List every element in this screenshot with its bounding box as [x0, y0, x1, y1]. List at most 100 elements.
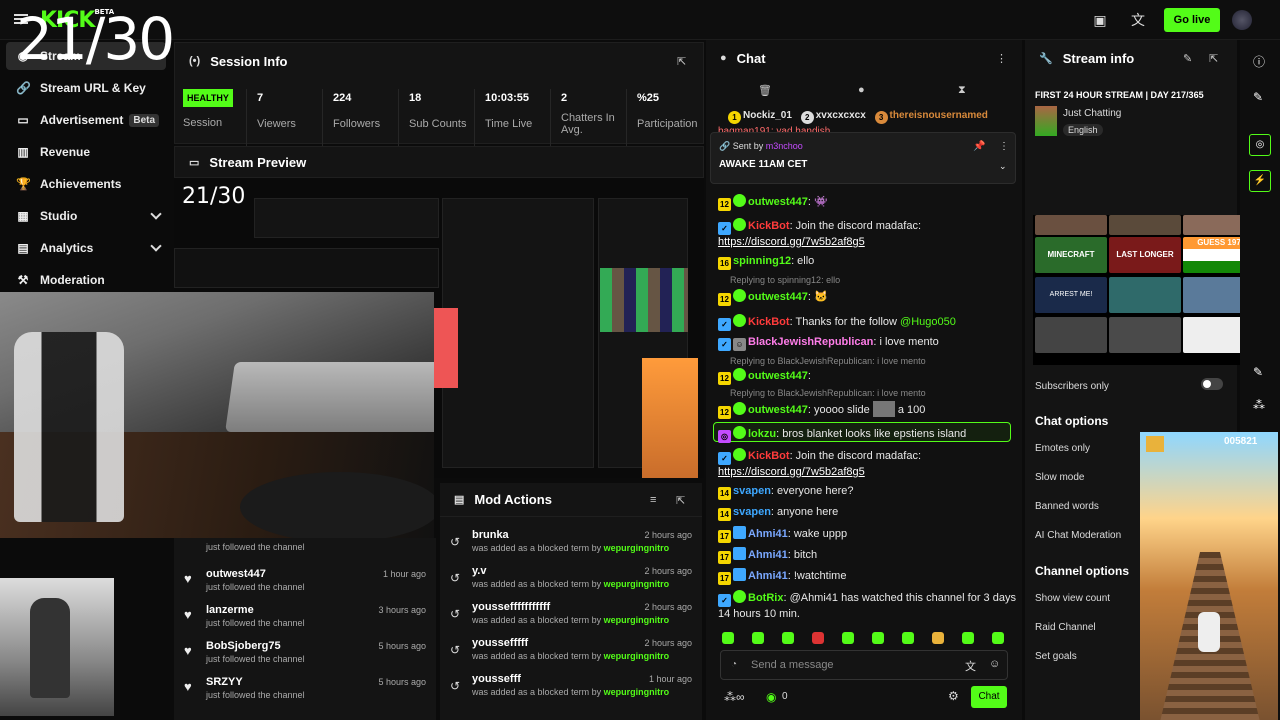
- pause-icon: [1146, 436, 1164, 452]
- chevron-down-icon: [150, 208, 162, 220]
- emote[interactable]: [932, 632, 944, 644]
- translate-icon[interactable]: 文: [965, 658, 976, 674]
- link-icon: 🔗: [16, 81, 31, 95]
- avatar[interactable]: [1232, 10, 1252, 30]
- more-icon[interactable]: ⋮: [999, 141, 1009, 152]
- studio-icon: ▦: [17, 209, 29, 223]
- chat-message: 17 Ahmi41: bitch: [718, 547, 1016, 564]
- set-goals-option[interactable]: Set goals: [1035, 651, 1077, 662]
- emote[interactable]: [722, 632, 734, 644]
- heart-icon: ♥: [184, 571, 192, 586]
- undo-icon[interactable]: ↺: [450, 607, 460, 621]
- emote[interactable]: [872, 632, 884, 644]
- status-badge: HEALTHY: [183, 89, 233, 107]
- session-info-title: Session Info: [210, 53, 288, 69]
- analytics-icon: ▤: [17, 241, 29, 255]
- chat-bubble-icon[interactable]: ●: [858, 84, 865, 96]
- ad-icon: ▭: [17, 113, 29, 127]
- sidebar-item-advertisement[interactable]: ▭ Advertisement Beta: [6, 106, 166, 134]
- thumbnail: [1109, 277, 1181, 313]
- thumbnail: MINECRAFT: [1035, 237, 1107, 273]
- sidebar-item-studio[interactable]: ▦ Studio: [6, 202, 166, 230]
- undo-icon[interactable]: ↺: [450, 679, 460, 693]
- emote[interactable]: [902, 632, 914, 644]
- chat-message: 14 svapen: anyone here: [718, 505, 1016, 521]
- thumbnail: [1035, 317, 1107, 353]
- chat-message: 17 Ahmi41: wake uppp: [718, 526, 1016, 543]
- emote[interactable]: [992, 632, 1004, 644]
- subscribers-only-label: Subscribers only: [1035, 381, 1109, 392]
- session-info-panel: (•) Session Info ⇱ HEALTHY Session 7 Viewe…: [174, 42, 704, 149]
- chat-input[interactable]: ◔ Send a message 文 ☺: [720, 650, 1008, 680]
- studio-icon[interactable]: ▣: [1092, 12, 1108, 28]
- emoji-icon[interactable]: ☺: [989, 658, 1000, 670]
- broadcast-icon: (•): [189, 55, 201, 67]
- reply-context: Replying to BlackJewishRepublican: i lov…: [730, 356, 926, 366]
- banned-words-option[interactable]: Banned words: [1035, 501, 1099, 512]
- settings-icon[interactable]: ⚙: [948, 689, 959, 703]
- ai-moderation-option[interactable]: AI Chat Moderation: [1035, 530, 1121, 541]
- chat-message: ✓ ☺ BlackJewishRepublican: i love mento: [718, 335, 1016, 351]
- popout-icon[interactable]: ⇱: [1209, 52, 1218, 65]
- thumbnail: [1109, 317, 1181, 353]
- list-item: ♥ lanzerme just followed the channel 3 hou…: [184, 604, 426, 628]
- chat-message: 16 spinning12: ello: [718, 254, 1016, 270]
- sidebar-item-analytics[interactable]: ▤ Analytics: [6, 234, 166, 262]
- info-icon[interactable]: ⓘ: [1253, 53, 1265, 70]
- emote[interactable]: [962, 632, 974, 644]
- trash-icon[interactable]: 🗑: [758, 84, 772, 97]
- more-icon[interactable]: ⋮: [996, 52, 1007, 65]
- popout-icon[interactable]: ⇱: [676, 494, 685, 507]
- edit-icon[interactable]: ✎: [1183, 52, 1192, 65]
- emote[interactable]: [842, 632, 854, 644]
- discord-link[interactable]: https://discord.gg/7w5b2af8g5: [718, 466, 865, 478]
- chat-message: 12 outwest447: 👾: [718, 194, 1016, 211]
- pencil-icon[interactable]: ✎: [1253, 90, 1263, 104]
- top-bar: KICKBETA ▣ 文 Go live: [0, 0, 1280, 40]
- popout-icon[interactable]: ⇱: [677, 55, 686, 68]
- discord-link[interactable]: https://discord.gg/7w5b2af8g5: [718, 236, 865, 248]
- lightning-icon[interactable]: ⚡: [1249, 170, 1271, 192]
- chat-message: 12 outwest447: 🐱: [718, 289, 1016, 306]
- send-chat-button[interactable]: Chat: [971, 686, 1007, 708]
- target-icon[interactable]: ◎: [1249, 134, 1271, 156]
- chat-message: 12 outwest447:: [718, 368, 1016, 385]
- slow-mode-option[interactable]: Slow mode: [1035, 472, 1084, 483]
- emote[interactable]: [782, 632, 794, 644]
- preview-session-panel: [254, 198, 439, 238]
- share-icon[interactable]: ✎: [1253, 365, 1263, 379]
- overlay-counter: 21/30: [16, 5, 175, 73]
- undo-icon[interactable]: ↺: [450, 535, 460, 549]
- trophy-icon: 🏆: [16, 177, 31, 191]
- sidebar-item-moderation[interactable]: ⚒ Moderation: [6, 266, 166, 294]
- list-item: ♥ BobSjoberg75 just followed the channel 5…: [184, 640, 426, 664]
- raid-channel-option[interactable]: Raid Channel: [1035, 622, 1096, 633]
- infinity-icon: ⁂∞: [724, 690, 745, 704]
- sidebar-item-achievements[interactable]: 🏆 Achievements: [6, 170, 166, 198]
- pin-icon[interactable]: 📌: [973, 141, 985, 152]
- subscribers-only-toggle[interactable]: [1201, 378, 1223, 390]
- chat-message: ◎ lokzu: bros blanket looks like epstiens…: [718, 426, 1016, 443]
- chevron-down-icon[interactable]: ⌄: [999, 161, 1007, 172]
- sidebar-item-revenue[interactable]: ▥ Revenue: [6, 138, 166, 166]
- translate-icon[interactable]: 文: [1130, 12, 1146, 28]
- emotes-only-option[interactable]: Emotes only: [1035, 443, 1090, 454]
- gaming-chair: [14, 332, 124, 522]
- category-name: Just Chatting: [1063, 108, 1122, 119]
- sidebar-item-stream-url[interactable]: 🔗 Stream URL & Key: [6, 74, 166, 102]
- show-view-count-option[interactable]: Show view count: [1035, 593, 1110, 604]
- bed: [225, 362, 434, 432]
- preview-counter: 21/30: [182, 184, 246, 209]
- dots-icon[interactable]: ⁂: [1253, 398, 1265, 412]
- emote[interactable]: [812, 632, 824, 644]
- go-live-button[interactable]: Go live: [1164, 8, 1220, 32]
- category-thumbnail: [1035, 106, 1057, 136]
- filter-icon[interactable]: ≡: [650, 494, 656, 506]
- emote[interactable]: [752, 632, 764, 644]
- hammer-icon: ⚒: [17, 273, 29, 287]
- undo-icon[interactable]: ↺: [450, 571, 460, 585]
- monitor-icon: ▭: [189, 156, 200, 169]
- undo-icon[interactable]: ↺: [450, 643, 460, 657]
- webcam-feed: [0, 292, 434, 538]
- hourglass-icon[interactable]: ⧗: [958, 84, 966, 97]
